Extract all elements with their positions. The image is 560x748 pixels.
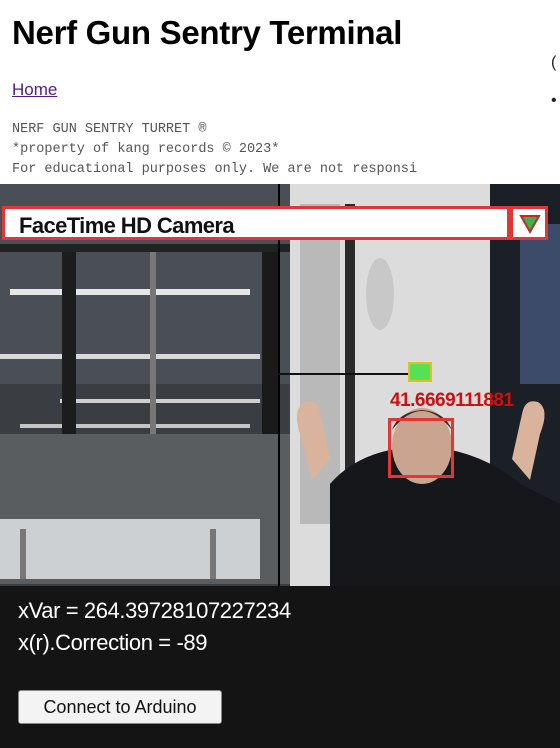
triangle-down-icon — [519, 215, 541, 235]
crosshair-vertical-line — [278, 184, 280, 586]
clipped-glyph: • — [551, 92, 557, 109]
correction-readout: x(r).Correction = -89 — [18, 630, 208, 655]
target-marker — [408, 362, 432, 382]
home-link[interactable]: Home — [12, 80, 57, 100]
header-line-disclaimer: For educational purposes only. We are no… — [12, 162, 418, 177]
angle-readout: 41.6669111881 — [390, 390, 514, 411]
header-line-turret: NERF GUN SENTRY TURRET ® — [12, 122, 207, 137]
header-line-property: *property of kang records © 2023* — [12, 142, 280, 157]
connect-arduino-button[interactable]: Connect to Arduino — [18, 690, 222, 724]
clipped-glyph: ( — [551, 54, 557, 71]
xvar-readout: xVar = 264.39728107227234 — [18, 598, 291, 623]
crosshair-horizontal-line — [278, 373, 410, 375]
camera-feed — [0, 184, 560, 586]
face-detection-box — [388, 418, 454, 478]
camera-select[interactable]: FaceTime HD Camera — [2, 206, 510, 240]
page-title: Nerf Gun Sentry Terminal — [12, 14, 403, 51]
camera-dropdown-button[interactable] — [510, 206, 548, 240]
